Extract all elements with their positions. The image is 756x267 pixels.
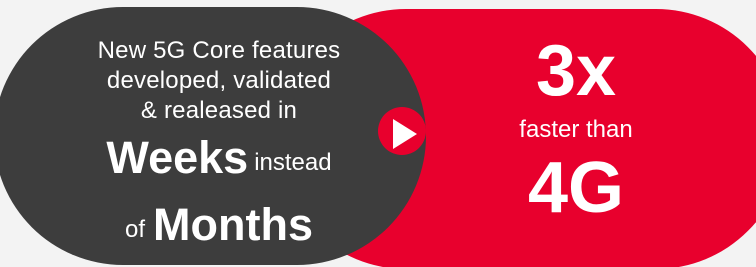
four-g-text: 4G: [527, 148, 625, 228]
months-line: of Months: [52, 200, 386, 260]
months-text: Months: [153, 199, 313, 250]
infographic-canvas: New 5G Core features developed, validate…: [0, 0, 756, 267]
dark-message-panel: New 5G Core features developed, validate…: [0, 7, 426, 265]
intro-line-3: & realeased in: [140, 97, 298, 124]
instead-text: instead: [254, 149, 332, 176]
weeks-line: Weeks instead: [52, 133, 386, 193]
of-text: of: [125, 216, 146, 243]
intro-line-2: developed, validated: [106, 67, 332, 94]
left-message: New 5G Core features developed, validate…: [52, 36, 386, 260]
faster-than-text: faster than: [519, 116, 633, 143]
play-triangle-icon: [393, 119, 417, 149]
weeks-text: Weeks: [106, 132, 249, 183]
three-x-text: 3x: [535, 31, 617, 111]
right-stat-copy: 3x faster than 4G: [478, 34, 674, 225]
intro-line-1: New 5G Core features: [97, 37, 341, 64]
